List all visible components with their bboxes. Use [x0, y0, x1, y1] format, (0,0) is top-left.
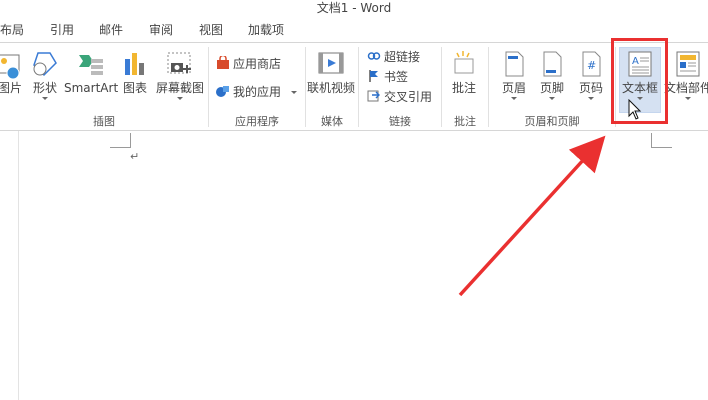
mouse-pointer-icon — [628, 99, 642, 120]
annotation-arrow — [458, 135, 606, 297]
